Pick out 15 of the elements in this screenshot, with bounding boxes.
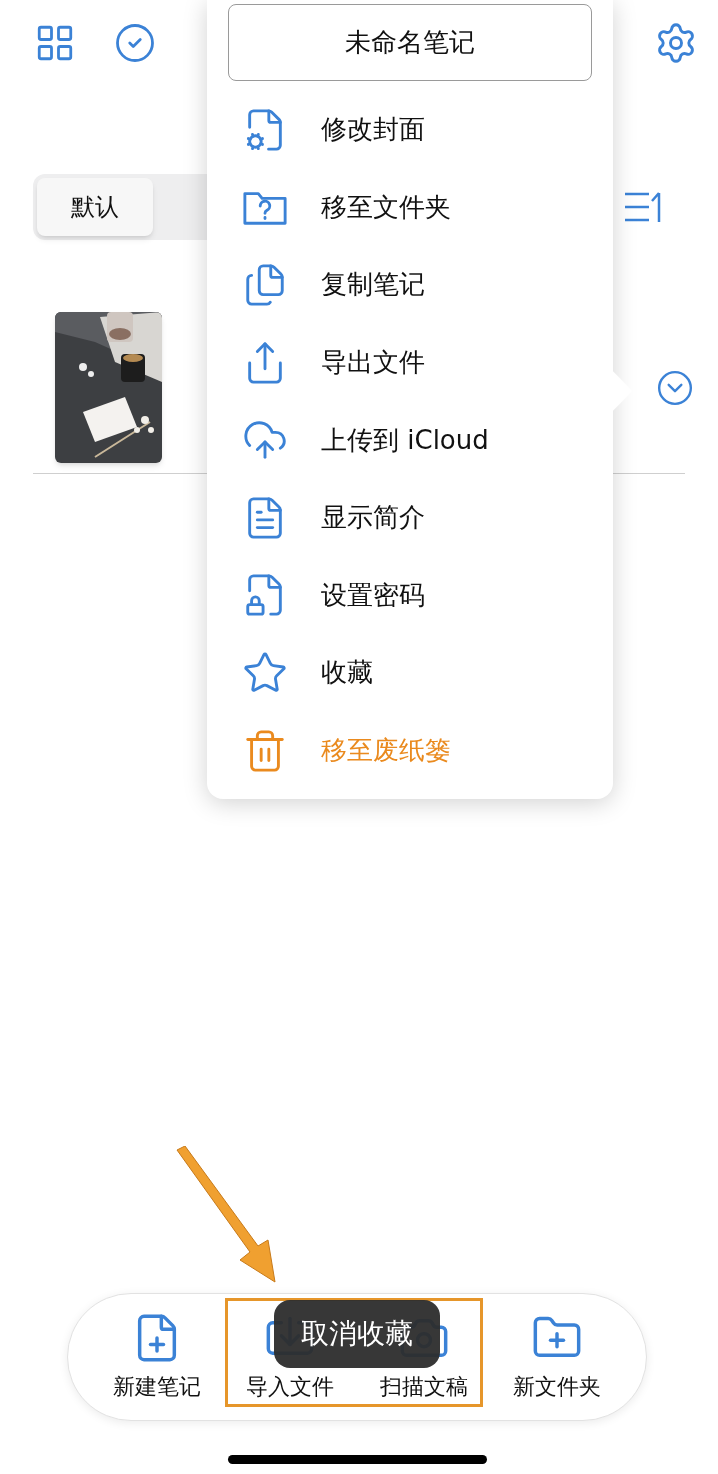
check-circle-icon[interactable] [114, 22, 156, 64]
segment-tab[interactable]: 默认 [37, 178, 153, 236]
menu-item[interactable]: 导出文件 [228, 323, 592, 402]
menu-item[interactable]: 复制笔记 [228, 246, 592, 324]
menu-item[interactable]: 收藏 [228, 634, 592, 712]
toast: 取消收藏 [274, 1300, 440, 1368]
menu-item[interactable]: 修改封面 [228, 91, 592, 169]
menu-item[interactable]: 移至文件夹 [228, 168, 592, 247]
toolbar-button[interactable]: 新建笔记 [93, 1311, 220, 1403]
menu-item[interactable]: 上传到 iCloud [228, 401, 592, 479]
toolbar-button[interactable]: 新文件夹 [494, 1311, 621, 1403]
chevron-down-icon[interactable] [656, 368, 694, 407]
title-field[interactable]: 未命名笔记 [228, 4, 592, 81]
menu-item[interactable]: 设置密码 [228, 556, 592, 635]
menu-item[interactable]: 显示简介 [228, 478, 592, 557]
